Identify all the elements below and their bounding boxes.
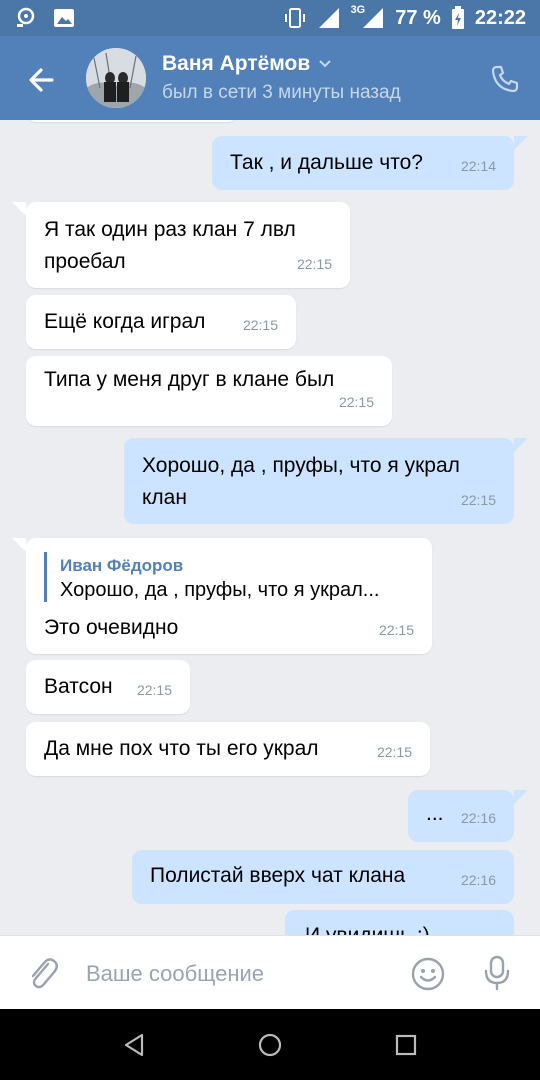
- nav-home-icon[interactable]: [256, 1031, 284, 1059]
- message-time: 22:15: [460, 492, 496, 508]
- phone-icon[interactable]: [490, 64, 520, 94]
- message-bubble[interactable]: ... 22:16: [408, 790, 514, 842]
- contact-name-text: Ваня Артёмов: [162, 52, 311, 75]
- sticker-icon[interactable]: [410, 956, 446, 992]
- message-list[interactable]: Так , и дальше что? 22:14 Я так один раз…: [0, 120, 540, 935]
- message-composer: [0, 935, 540, 1009]
- message-text: Типа у меня друг в клане был: [44, 368, 335, 391]
- contact-name[interactable]: Ваня Артёмов: [162, 52, 332, 76]
- battery-icon: [451, 6, 464, 29]
- network-3g-icon: 3G: [350, 4, 366, 16]
- message-time: 22:15: [136, 682, 172, 698]
- signal-icon: [318, 8, 339, 28]
- avatar[interactable]: [86, 48, 146, 108]
- message-bubble[interactable]: Полистай вверх чат клана 22:16: [132, 850, 514, 904]
- message-time: 22:14: [460, 158, 496, 174]
- message-time: 22:15: [338, 394, 374, 410]
- bubble-tail: [514, 790, 528, 804]
- message-text: Так , и дальше что?: [230, 151, 423, 174]
- message-bubble[interactable]: Я так один раз клан 7 лвл проебал 22:15: [26, 202, 350, 288]
- message-bubble[interactable]: Типа у меня друг в клане был 22:15: [26, 356, 392, 426]
- bubble-tail: [514, 438, 528, 452]
- message-text: Это очевидно: [44, 616, 179, 639]
- message-time: 22:15: [242, 317, 278, 333]
- status-bar: 3G 77 % 22:22: [0, 0, 540, 36]
- message-text: Хорошо, да , пруфы, что я украл клан: [142, 454, 460, 509]
- message-bubble[interactable]: Да мне пох что ты его украл 22:15: [26, 722, 430, 776]
- vibrate-icon: [284, 8, 305, 28]
- message-bubble-reply[interactable]: Иван Фёдоров Хорошо, да , пруфы, что я у…: [26, 538, 432, 654]
- message-text: И увидишь :): [305, 920, 496, 935]
- message-time: 22:15: [378, 622, 414, 638]
- bubble-tail: [12, 538, 26, 552]
- status-time: 22:22: [474, 6, 526, 29]
- message-bubble-partial: [26, 120, 238, 122]
- battery-percent: 77 %: [395, 6, 441, 29]
- notification-icon: [17, 7, 35, 27]
- message-text: Я так один раз клан 7 лвл проебал: [44, 218, 296, 273]
- message-bubble[interactable]: Ватсон 22:15: [26, 660, 190, 714]
- image-icon: [54, 9, 74, 27]
- nav-recents-icon[interactable]: [392, 1031, 420, 1059]
- attach-icon[interactable]: [26, 954, 60, 992]
- back-arrow-icon[interactable]: [22, 60, 62, 100]
- message-time: 22:16: [460, 872, 496, 888]
- message-bubble[interactable]: Так , и дальше что? 22:14: [212, 136, 514, 190]
- message-text: Полистай вверх чат клана: [150, 864, 406, 887]
- system-nav-bar: [0, 1009, 540, 1080]
- message-bubble[interactable]: Хорошо, да , пруфы, что я украл клан 22:…: [124, 438, 514, 524]
- message-text: Да мне пох что ты его украл: [44, 737, 319, 760]
- bubble-tail: [12, 202, 26, 216]
- contact-status: был в сети 3 минуты назад: [162, 82, 401, 103]
- chat-header: Ваня Артёмов был в сети 3 минуты назад: [0, 36, 540, 120]
- bubble-tail: [514, 136, 528, 150]
- message-time: 22:16: [460, 810, 496, 826]
- message-bubble[interactable]: Ещё когда играл 22:15: [26, 295, 296, 349]
- message-time: 22:15: [296, 256, 332, 272]
- chevron-down-icon: [319, 60, 332, 68]
- message-input[interactable]: [86, 956, 386, 992]
- nav-back-icon[interactable]: [120, 1031, 148, 1059]
- reply-text: Хорошо, да , пруфы, что я украл...: [60, 579, 380, 601]
- microphone-icon[interactable]: [482, 954, 512, 992]
- message-bubble[interactable]: И увидишь :): [285, 910, 514, 935]
- reply-quote-bar: [44, 552, 47, 602]
- message-time: 22:15: [376, 744, 412, 760]
